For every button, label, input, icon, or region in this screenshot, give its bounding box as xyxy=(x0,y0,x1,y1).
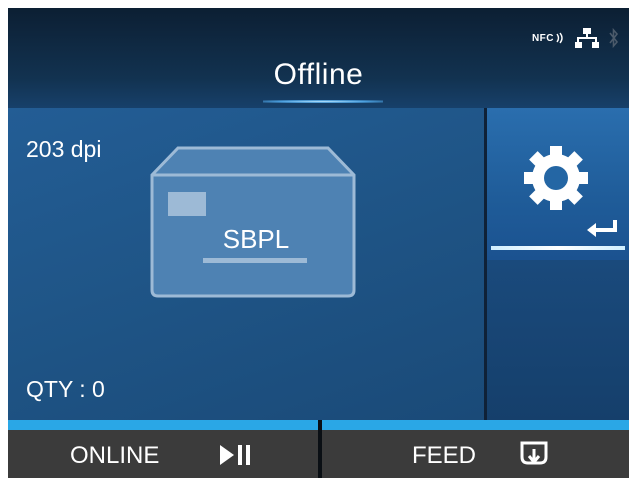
feed-softkey[interactable]: FEED xyxy=(322,420,629,478)
right-panel xyxy=(487,260,629,420)
network-icon xyxy=(575,28,599,48)
status-icons: NFC xyxy=(532,28,619,48)
online-label: ONLINE xyxy=(70,442,160,469)
softkey-bar: ONLINE FEED xyxy=(8,420,629,478)
softkey-accent xyxy=(8,420,318,430)
title-underline xyxy=(263,100,383,103)
resolution-label: 203 dpi xyxy=(26,136,102,162)
play-pause-icon xyxy=(220,445,250,465)
bluetooth-icon xyxy=(609,28,619,48)
nfc-icon: NFC xyxy=(532,32,565,44)
enter-arrow-icon xyxy=(587,220,617,237)
printer-window xyxy=(168,192,206,216)
nfc-label: NFC xyxy=(531,32,554,44)
printer-icon: SBPL xyxy=(150,146,356,298)
feed-label: FEED xyxy=(412,442,477,469)
language-label: SBPL xyxy=(223,224,290,254)
printer-slot xyxy=(203,258,307,263)
softkey-accent xyxy=(322,420,629,430)
status-header: NFC Offline xyxy=(8,8,629,108)
printer-display: NFC Offline 203 dpi SBPL QTY: 0 ONLINE … xyxy=(8,8,629,478)
settings-button[interactable] xyxy=(487,108,629,260)
online-softkey[interactable]: ONLINE xyxy=(8,420,318,478)
main-panel: 203 dpi SBPL QTY : 0 xyxy=(8,108,484,420)
page-title: Offline xyxy=(273,58,364,91)
quantity-label: QTY : 0 xyxy=(26,376,105,402)
settings-underline xyxy=(491,246,625,250)
feed-icon xyxy=(520,441,548,465)
nfc-waves-icon xyxy=(556,32,563,44)
